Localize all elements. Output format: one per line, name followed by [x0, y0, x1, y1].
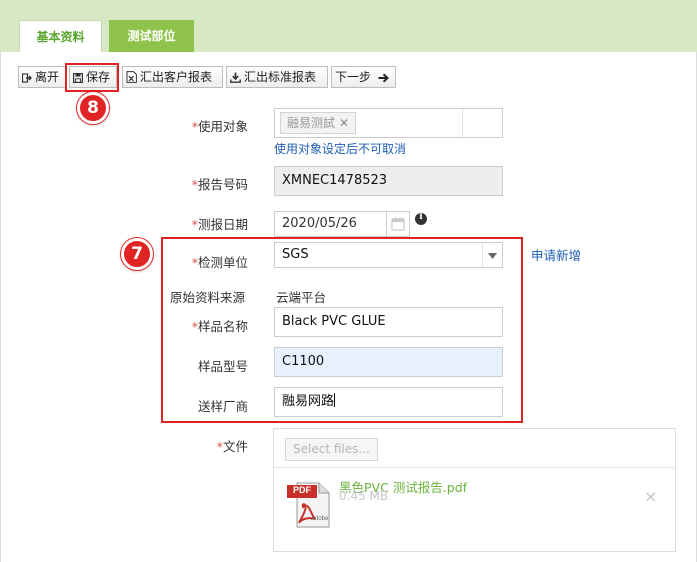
callout-badge-save: 8	[77, 92, 109, 124]
target-chip[interactable]: 融易测試 ✕	[280, 112, 357, 134]
tab-test-parts[interactable]: 测试部位	[109, 20, 194, 52]
pdf-file-icon: PDF Adobe	[285, 479, 335, 529]
export-standard-label: 汇出标准报表	[244, 70, 317, 84]
content-border-left	[0, 52, 1, 562]
callout-frame-save	[65, 63, 119, 92]
apply-new-unit-link[interactable]: 申请新增	[531, 245, 581, 264]
file-upload-area: Select files... PDF Adobe 黑色PVC 测试报告.pdf…	[273, 428, 676, 552]
calendar-icon	[391, 217, 405, 231]
chip-remove-icon[interactable]: ✕	[339, 116, 349, 130]
date-input[interactable]: 2020/05/26	[274, 211, 387, 237]
export-customer-label: 汇出客户报表	[140, 70, 213, 84]
select-files-button[interactable]: Select files...	[285, 438, 378, 461]
date-picker-button[interactable]	[387, 211, 410, 237]
info-icon[interactable]: i	[415, 212, 427, 225]
upload-divider	[274, 467, 675, 468]
target-note: 使用对象设定后不可取消	[274, 142, 407, 156]
arrow-right-icon	[378, 73, 389, 83]
download-icon	[230, 72, 241, 83]
file-size: 0.45 MB	[339, 489, 389, 503]
next-step-button[interactable]: 下一步	[331, 66, 396, 88]
tab-bar	[0, 0, 697, 52]
file-label: *文件	[216, 439, 248, 454]
pdf-vendor: Adobe	[311, 516, 329, 522]
tab-basic-info[interactable]: 基本资料	[19, 20, 102, 52]
excel-icon	[126, 71, 137, 83]
leave-button[interactable]: 离开	[18, 66, 67, 88]
target-label: *使用对象	[191, 119, 248, 134]
date-label: *测报日期	[191, 217, 248, 232]
callout-frame-group	[161, 237, 523, 423]
pdf-tag: PDF	[293, 485, 311, 495]
next-step-label: 下一步	[335, 70, 372, 84]
export-standard-report-button[interactable]: 汇出标准报表	[226, 66, 328, 88]
report-no-field[interactable]: XMNEC1478523	[274, 166, 503, 196]
callout-badge-group: 7	[121, 238, 153, 270]
remove-file-icon[interactable]: ×	[644, 487, 657, 506]
report-no-label: *报告号码	[191, 177, 248, 192]
export-customer-report-button[interactable]: 汇出客户报表	[122, 66, 223, 88]
leave-label: 离开	[35, 70, 60, 84]
exit-icon	[21, 73, 32, 83]
target-select-divider	[462, 109, 463, 137]
